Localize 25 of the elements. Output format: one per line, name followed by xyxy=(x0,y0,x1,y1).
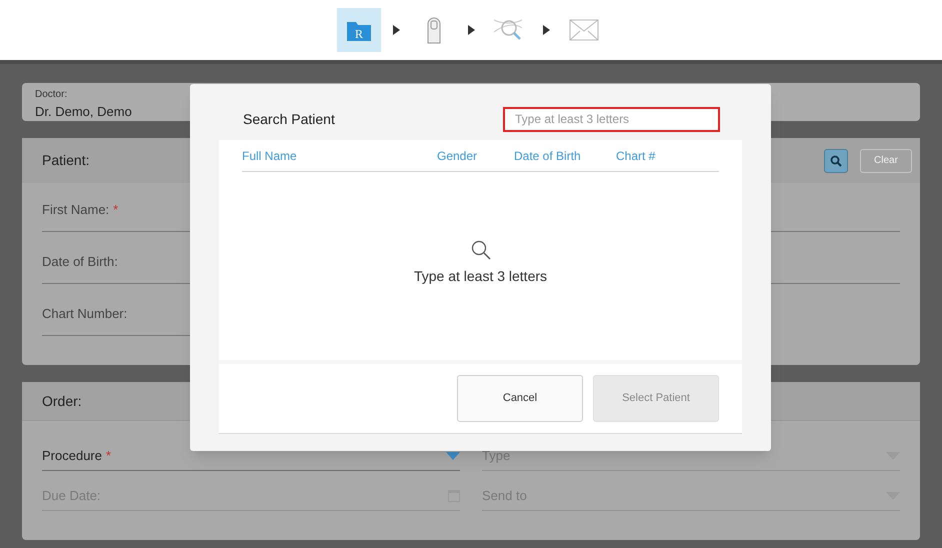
field-label: Procedure * xyxy=(42,446,112,465)
step-arrow-icon xyxy=(542,25,550,35)
step-arrow-icon xyxy=(468,25,474,35)
search-field[interactable]: Type at least 3 letters xyxy=(503,106,720,132)
search-button[interactable] xyxy=(824,148,848,172)
field-label: Chart Number: xyxy=(42,305,128,323)
column-header[interactable]: Gender xyxy=(437,146,514,164)
search-icon xyxy=(830,154,842,166)
column-header[interactable]: Date of Birth xyxy=(514,146,616,164)
dialog-title: Search Patient xyxy=(243,110,335,128)
column-header[interactable]: Chart # xyxy=(616,146,656,164)
field-label: Date of Birth: xyxy=(42,253,119,271)
section-title: Patient: xyxy=(42,151,90,170)
column-header[interactable]: Full Name xyxy=(242,146,437,164)
empty-message: Type at least 3 letters xyxy=(414,267,548,286)
required-mark: * xyxy=(113,202,118,217)
dialog-button[interactable]: Cancel xyxy=(457,375,583,422)
step-arrow-icon xyxy=(392,25,400,35)
workflow-step[interactable]: R xyxy=(336,8,380,52)
search-icon xyxy=(470,240,490,260)
section-title: Order: xyxy=(42,392,82,410)
envelope-icon xyxy=(568,19,598,41)
doctor-name: Dr. Demo, Demo xyxy=(35,103,132,121)
required-mark: * xyxy=(106,448,112,463)
doctor-label: Doctor: xyxy=(35,88,68,102)
